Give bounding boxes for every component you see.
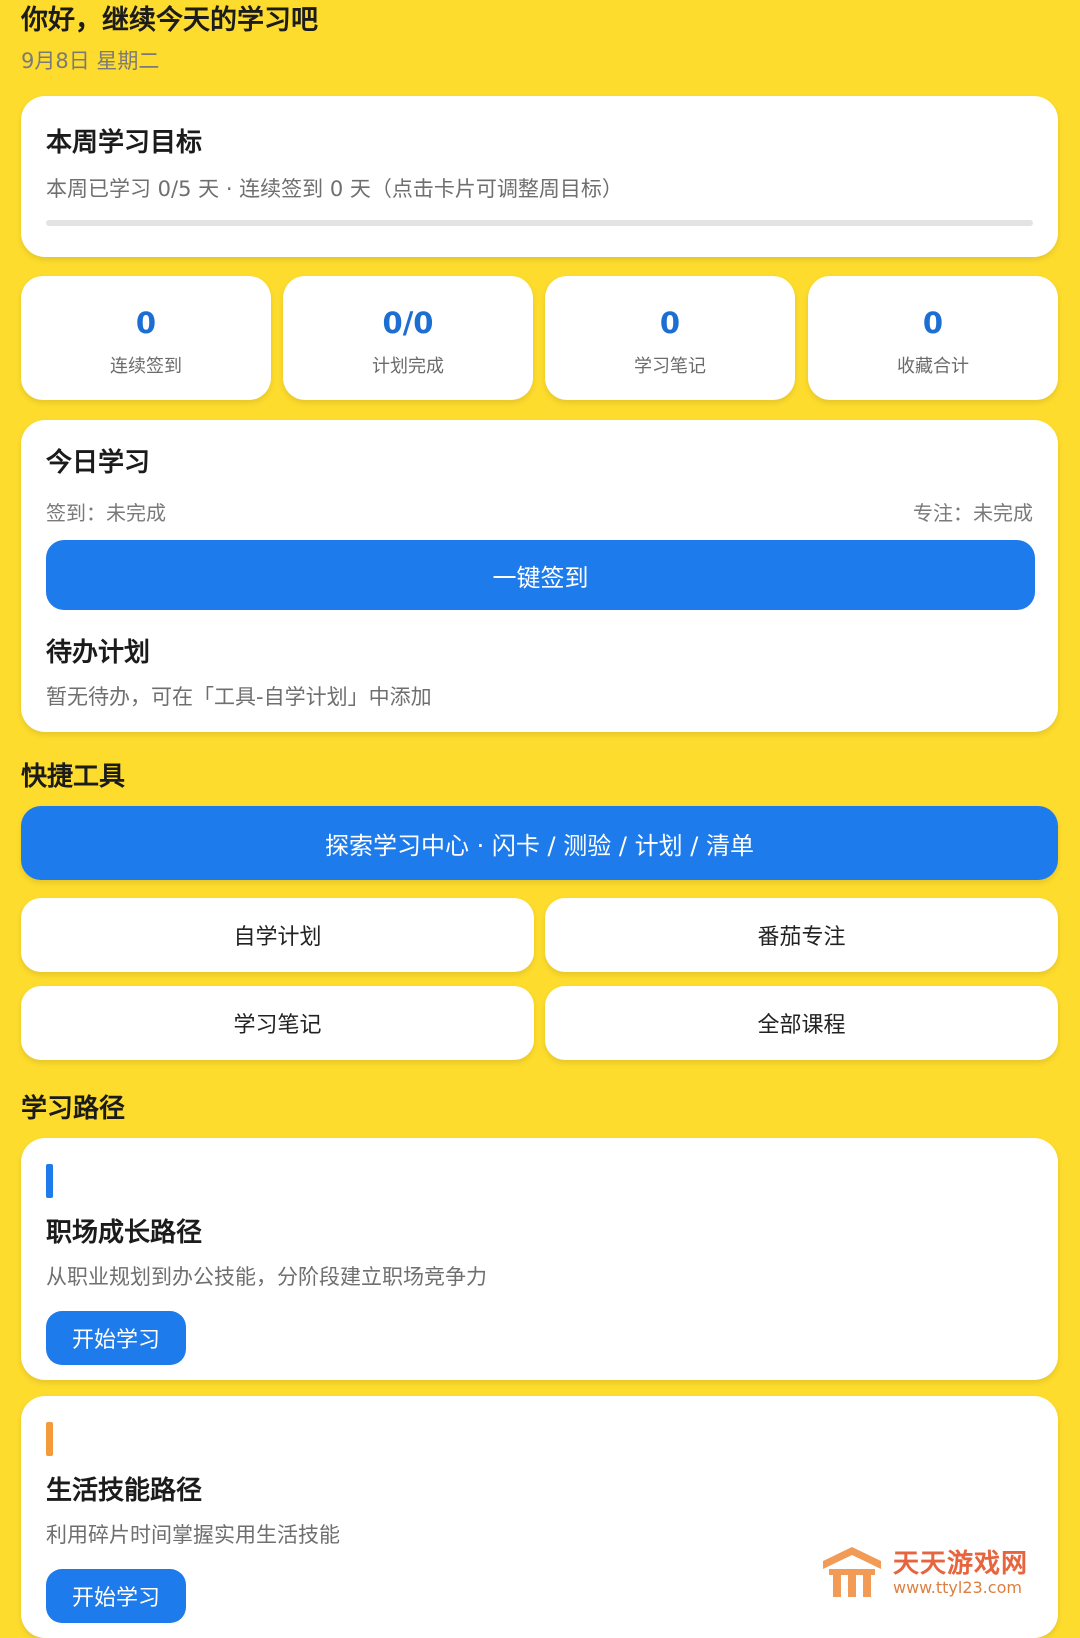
weekly-goal-title: 本周学习目标 bbox=[46, 128, 203, 158]
path-title: 职场成长路径 bbox=[46, 1218, 203, 1248]
watermark-url: www.ttyl23.com bbox=[892, 1577, 1022, 1597]
study-notes-button[interactable]: 学习笔记 bbox=[21, 986, 534, 1060]
todo-plan-title: 待办计划 bbox=[46, 638, 151, 668]
start-learning-button[interactable]: 开始学习 bbox=[46, 1311, 187, 1365]
watermark-logo-icon bbox=[822, 1547, 881, 1597]
today-study-title: 今日学习 bbox=[46, 448, 151, 478]
path-accent-bar bbox=[46, 1422, 53, 1456]
checkin-status: 签到：未完成 bbox=[46, 501, 166, 525]
stat-study-notes[interactable]: 0 学习笔记 bbox=[545, 276, 795, 400]
path-card-life-skills[interactable]: 生活技能路径 利用碎片时间掌握实用生活技能 开始学习 bbox=[21, 1396, 1058, 1638]
todo-empty-text: 暂无待办，可在「工具-自学计划」中添加 bbox=[46, 685, 432, 709]
explore-learning-center-button[interactable]: 探索学习中心 · 闪卡 / 测验 / 计划 / 清单 bbox=[21, 806, 1058, 880]
stat-label: 学习笔记 bbox=[634, 356, 706, 377]
stat-checkin-streak[interactable]: 0 连续签到 bbox=[21, 276, 271, 400]
date-label: 9月8日 星期二 bbox=[21, 49, 160, 73]
one-click-checkin-button[interactable]: 一键签到 bbox=[46, 540, 1035, 610]
weekly-goal-card[interactable]: 本周学习目标 本周已学习 0/5 天 · 连续签到 0 天（点击卡片可调整周目标… bbox=[21, 96, 1058, 257]
weekly-goal-subtitle: 本周已学习 0/5 天 · 连续签到 0 天（点击卡片可调整周目标） bbox=[46, 177, 623, 201]
path-accent-bar bbox=[46, 1164, 53, 1198]
site-watermark: 天天游戏网 www.ttyl23.com bbox=[821, 1545, 1028, 1601]
stat-label: 计划完成 bbox=[372, 356, 444, 377]
stat-favorites-total[interactable]: 0 收藏合计 bbox=[808, 276, 1058, 400]
stat-value: 0/0 bbox=[382, 306, 434, 340]
stat-label: 连续签到 bbox=[110, 356, 182, 377]
all-courses-button[interactable]: 全部课程 bbox=[545, 986, 1058, 1060]
stat-value: 0 bbox=[922, 306, 944, 340]
focus-status: 专注：未完成 bbox=[913, 501, 1033, 525]
stat-value: 0 bbox=[135, 306, 157, 340]
stat-plan-completed[interactable]: 0/0 计划完成 bbox=[283, 276, 533, 400]
quick-tools-title: 快捷工具 bbox=[21, 762, 126, 792]
stat-value: 0 bbox=[659, 306, 681, 340]
pomodoro-focus-button[interactable]: 番茄专注 bbox=[545, 898, 1058, 972]
weekly-goal-progress-bar bbox=[46, 220, 1033, 226]
start-learning-button[interactable]: 开始学习 bbox=[46, 1569, 187, 1623]
today-study-card: 今日学习 签到：未完成 专注：未完成 一键签到 待办计划 暂无待办，可在「工具-… bbox=[21, 420, 1058, 732]
learning-paths-title: 学习路径 bbox=[21, 1094, 126, 1124]
watermark-name: 天天游戏网 bbox=[892, 1548, 1028, 1579]
stat-label: 收藏合计 bbox=[897, 356, 969, 377]
self-study-plan-button[interactable]: 自学计划 bbox=[21, 898, 534, 972]
greeting-title: 你好，继续今天的学习吧 bbox=[21, 5, 318, 36]
path-title: 生活技能路径 bbox=[46, 1476, 203, 1506]
path-description: 从职业规划到办公技能，分阶段建立职场竞争力 bbox=[46, 1265, 487, 1289]
path-card-career[interactable]: 职场成长路径 从职业规划到办公技能，分阶段建立职场竞争力 开始学习 bbox=[21, 1138, 1058, 1380]
